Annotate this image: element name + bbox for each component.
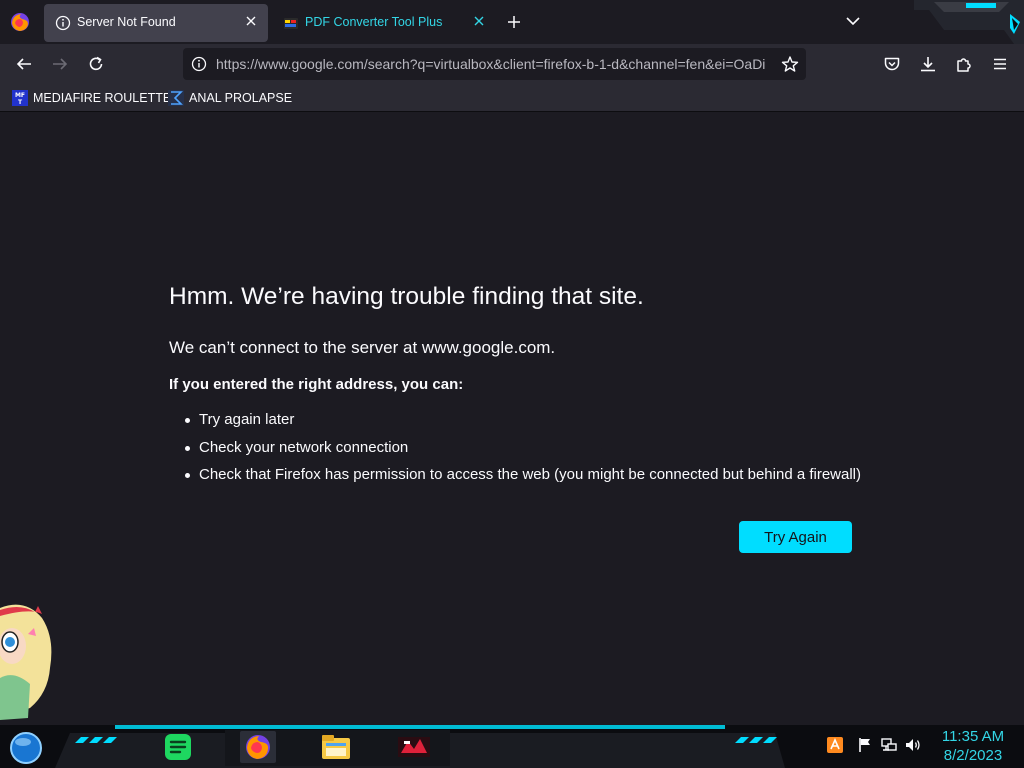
address-bar[interactable]: https://www.google.com/search?q=virtualb…: [183, 48, 806, 80]
suggestion-list: Try again later Check your network conne…: [185, 410, 861, 493]
bookmarks-toolbar: MF T MEDIAFIRE ROULETTER ANAL PROLAPSE: [0, 84, 1024, 112]
app-menu-icon[interactable]: [991, 55, 1009, 73]
forward-icon[interactable]: [51, 55, 69, 73]
bookmark-label: MEDIAFIRE ROULETTER: [33, 91, 181, 105]
clock-time: 11:35 AM: [941, 728, 1005, 745]
suggestion-item: Check your network connection: [185, 438, 861, 466]
url-text[interactable]: https://www.google.com/search?q=virtualb…: [216, 56, 768, 72]
suggestion-item: Check that Firefox has permission to acc…: [185, 465, 861, 493]
close-tab-icon[interactable]: [244, 14, 258, 28]
bookmark-mediafire[interactable]: MF T MEDIAFIRE ROULETTER: [12, 89, 180, 107]
file-explorer-icon[interactable]: [318, 729, 354, 765]
media-app-icon[interactable]: [396, 729, 432, 765]
tab-pdf-converter[interactable]: PDF Converter Tool Plus: [272, 4, 496, 42]
cartoon-character-decoration: [0, 604, 52, 720]
tab-label: PDF Converter Tool Plus: [305, 15, 443, 29]
bookmark-star-icon[interactable]: [781, 55, 799, 73]
action-center-flag-icon[interactable]: [856, 736, 874, 754]
system-clock[interactable]: 11:35 AM 8/2/2023: [926, 727, 1020, 765]
new-tab-icon[interactable]: [505, 13, 523, 31]
error-title: Hmm. We’re having trouble finding that s…: [169, 283, 644, 310]
firefox-menu-icon[interactable]: [9, 11, 31, 33]
info-icon: [55, 15, 71, 31]
notes-app-icon[interactable]: [160, 729, 196, 765]
list-all-tabs-icon[interactable]: [845, 14, 861, 28]
error-subheading: If you entered the right address, you ca…: [169, 376, 464, 393]
try-again-button[interactable]: Try Again: [739, 521, 852, 553]
clock-date: 8/2/2023: [943, 747, 1003, 764]
bookmark-prolapse[interactable]: ANAL PROLAPSE: [168, 89, 292, 107]
close-tab-icon[interactable]: [472, 14, 486, 28]
navigation-toolbar: https://www.google.com/search?q=virtualb…: [0, 44, 1024, 84]
pocket-icon[interactable]: [883, 55, 901, 73]
downloads-icon[interactable]: [919, 55, 937, 73]
taskbar: 11:35 AM 8/2/2023: [0, 725, 1024, 768]
site-info-icon[interactable]: [191, 56, 207, 72]
extensions-icon[interactable]: [955, 55, 973, 73]
back-icon[interactable]: [15, 55, 33, 73]
tab-label: Server Not Found: [77, 15, 176, 29]
volume-icon[interactable]: [904, 736, 922, 754]
start-button-icon[interactable]: [6, 729, 46, 765]
tab-server-not-found[interactable]: Server Not Found: [44, 4, 268, 42]
firefox-icon[interactable]: [240, 729, 276, 765]
tray-app-icon[interactable]: [826, 736, 844, 754]
error-description: We can’t connect to the server at www.go…: [169, 338, 556, 357]
theme-decoration: [914, 0, 1024, 44]
mediafire-icon: MF T: [12, 90, 28, 106]
error-page: Hmm. We’re having trouble finding that s…: [0, 113, 1024, 725]
sigma-icon: [168, 90, 184, 106]
tab-strip: Server Not Found PDF Converter Tool Plus: [0, 0, 1024, 44]
pdf-tool-favicon: [284, 18, 298, 29]
reload-icon[interactable]: [87, 55, 105, 73]
svg-text:MF: MF: [15, 92, 25, 99]
network-icon[interactable]: [880, 736, 898, 754]
bookmark-label: ANAL PROLAPSE: [189, 91, 293, 105]
suggestion-item: Try again later: [185, 410, 861, 438]
